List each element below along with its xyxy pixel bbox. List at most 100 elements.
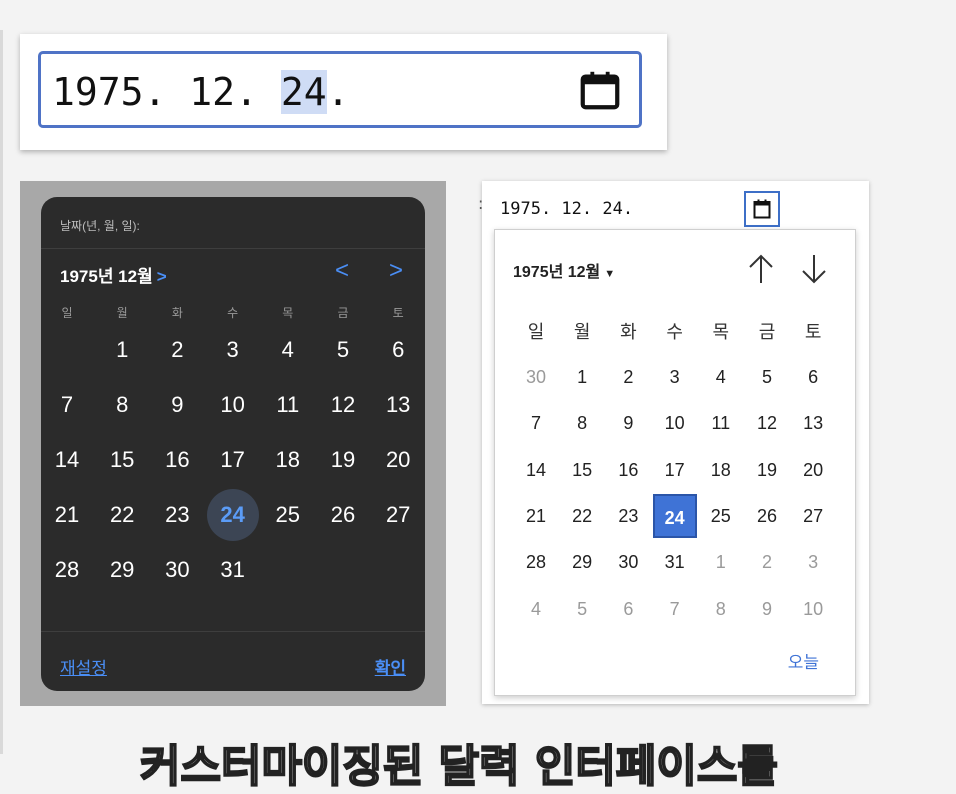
day-cell[interactable]: 4 <box>699 355 743 399</box>
day-cell[interactable]: 29 <box>96 544 148 596</box>
day-cell[interactable]: 17 <box>653 448 697 492</box>
day-cell[interactable]: 18 <box>699 448 743 492</box>
day-cell[interactable]: 3 <box>207 324 259 376</box>
day-cell[interactable]: 1 <box>699 540 743 584</box>
day-cell[interactable]: 14 <box>514 448 558 492</box>
day-cell[interactable]: 2 <box>606 355 650 399</box>
separator: . <box>143 70 190 114</box>
day-cell[interactable]: 27 <box>372 489 424 541</box>
day-cell[interactable]: 5 <box>560 587 604 631</box>
day-grid: 1 2 3 4 5 6 7 8 9 10 11 12 13 14 15 16 17 18 19 20 21 22 23 24 2… <box>41 327 425 607</box>
calendar-icon[interactable] <box>577 67 623 117</box>
divider <box>41 631 425 632</box>
day-cell[interactable]: 21 <box>41 489 93 541</box>
day-cell[interactable]: 17 <box>207 434 259 486</box>
day-cell[interactable]: 16 <box>151 434 203 486</box>
day-cell[interactable]: 6 <box>791 355 835 399</box>
today-button[interactable]: 오늘 <box>788 648 819 673</box>
reset-button[interactable]: 재설정 <box>60 654 107 679</box>
day-cell[interactable]: 2 <box>151 324 203 376</box>
day-cell[interactable]: 1 <box>560 355 604 399</box>
day-cell[interactable]: 28 <box>41 544 93 596</box>
day-cell[interactable]: 25 <box>699 494 743 538</box>
day-cell[interactable]: 26 <box>745 494 789 538</box>
day-cell[interactable]: 7 <box>41 379 93 431</box>
day-cell[interactable]: 30 <box>606 540 650 584</box>
day-cell[interactable]: 11 <box>699 401 743 445</box>
day-cell[interactable]: 23 <box>606 494 650 538</box>
day-cell[interactable]: 22 <box>96 489 148 541</box>
day-cell[interactable]: 12 <box>317 379 369 431</box>
calendar-icon[interactable] <box>744 191 780 227</box>
day-cell[interactable]: 21 <box>514 494 558 538</box>
day-cell[interactable]: 5 <box>745 355 789 399</box>
day-cell[interactable]: 22 <box>560 494 604 538</box>
day-cell[interactable]: 4 <box>514 587 558 631</box>
day-cell[interactable]: 26 <box>317 489 369 541</box>
day-cell[interactable]: 10 <box>653 401 697 445</box>
day-cell[interactable]: 27 <box>791 494 835 538</box>
day-cell[interactable]: 19 <box>745 448 789 492</box>
day-cell[interactable]: 4 <box>262 324 314 376</box>
day-cell[interactable]: 7 <box>514 401 558 445</box>
selected-day[interactable]: 24 <box>652 493 697 538</box>
dark-date-picker: 날짜(년, 월, 일): 1975년 12월 > < > 일월화수목금토 1234… <box>41 197 425 691</box>
day-cell[interactable]: 20 <box>791 448 835 492</box>
day-cell[interactable]: 6 <box>372 324 424 376</box>
day-cell[interactable]: 25 <box>262 489 314 541</box>
prev-month-button[interactable]: < <box>335 257 349 285</box>
date-input-value: 1975. 12. 24. <box>52 68 349 116</box>
day-cell[interactable]: 20 <box>372 434 424 486</box>
day-cell[interactable]: 19 <box>317 434 369 486</box>
day-cell[interactable]: 3 <box>791 540 835 584</box>
day-cell[interactable]: 5 <box>317 324 369 376</box>
day-cell[interactable]: 31 <box>653 540 697 584</box>
weekday-label: 화 <box>171 306 183 320</box>
day-cell[interactable]: 30 <box>514 355 558 399</box>
day-cell[interactable]: 13 <box>372 379 424 431</box>
day-cell[interactable]: 11 <box>262 379 314 431</box>
confirm-button[interactable]: 확인 <box>375 654 406 679</box>
day-cell[interactable]: 15 <box>96 434 148 486</box>
weekday-label: 금 <box>337 306 349 320</box>
day-grid: 30 1 2 3 4 5 6 7 8 9 10 11 12 13 14 15 16 17 18 19 20 21 22 23 2… <box>495 230 855 650</box>
day-cell[interactable]: 8 <box>560 401 604 445</box>
video-subtitle: 커스터마이징된 달력 인터페이스를 <box>139 740 779 793</box>
day-cell[interactable]: 12 <box>745 401 789 445</box>
day-cell[interactable]: 2 <box>745 540 789 584</box>
day-cell[interactable]: 7 <box>653 587 697 631</box>
day-cell[interactable]: 31 <box>207 544 259 596</box>
day-cell[interactable]: 14 <box>41 434 93 486</box>
day-cell[interactable]: 6 <box>606 587 650 631</box>
left-divider <box>0 30 3 754</box>
selected-day[interactable]: 24 <box>206 489 259 541</box>
day-cell[interactable]: 30 <box>151 544 203 596</box>
small-date-value: 1975. 12. 24. <box>500 199 634 219</box>
day-cell[interactable]: 10 <box>791 587 835 631</box>
day-cell[interactable]: 29 <box>560 540 604 584</box>
day-cell[interactable]: 28 <box>514 540 558 584</box>
day-cell[interactable]: 9 <box>606 401 650 445</box>
weekday-label: 수 <box>227 306 239 320</box>
day-segment[interactable]: 24 <box>280 70 327 114</box>
day-cell[interactable]: 15 <box>560 448 604 492</box>
day-cell[interactable]: 8 <box>699 587 743 631</box>
day-cell[interactable]: 23 <box>151 489 203 541</box>
day-cell[interactable]: 1 <box>96 324 148 376</box>
day-cell[interactable]: 9 <box>151 379 203 431</box>
date-input-field[interactable]: 1975. 12. 24. <box>38 51 642 128</box>
day-cell[interactable]: 9 <box>745 587 789 631</box>
next-month-button[interactable]: > <box>389 257 403 285</box>
year-segment[interactable]: 1975 <box>52 70 144 114</box>
month-year-button[interactable]: 1975년 12월 > <box>60 262 167 287</box>
picker-label: 날짜(년, 월, 일): <box>60 219 140 233</box>
day-cell[interactable]: 3 <box>653 355 697 399</box>
day-cell[interactable]: 18 <box>262 434 314 486</box>
chevron-right-icon: > <box>156 267 167 286</box>
day-cell[interactable]: 13 <box>791 401 835 445</box>
day-cell[interactable]: 8 <box>96 379 148 431</box>
small-date-input[interactable]: 1975. 12. 24. <box>497 197 769 225</box>
day-cell[interactable]: 10 <box>207 379 259 431</box>
month-segment[interactable]: 12 <box>189 70 235 114</box>
day-cell[interactable]: 16 <box>606 448 650 492</box>
